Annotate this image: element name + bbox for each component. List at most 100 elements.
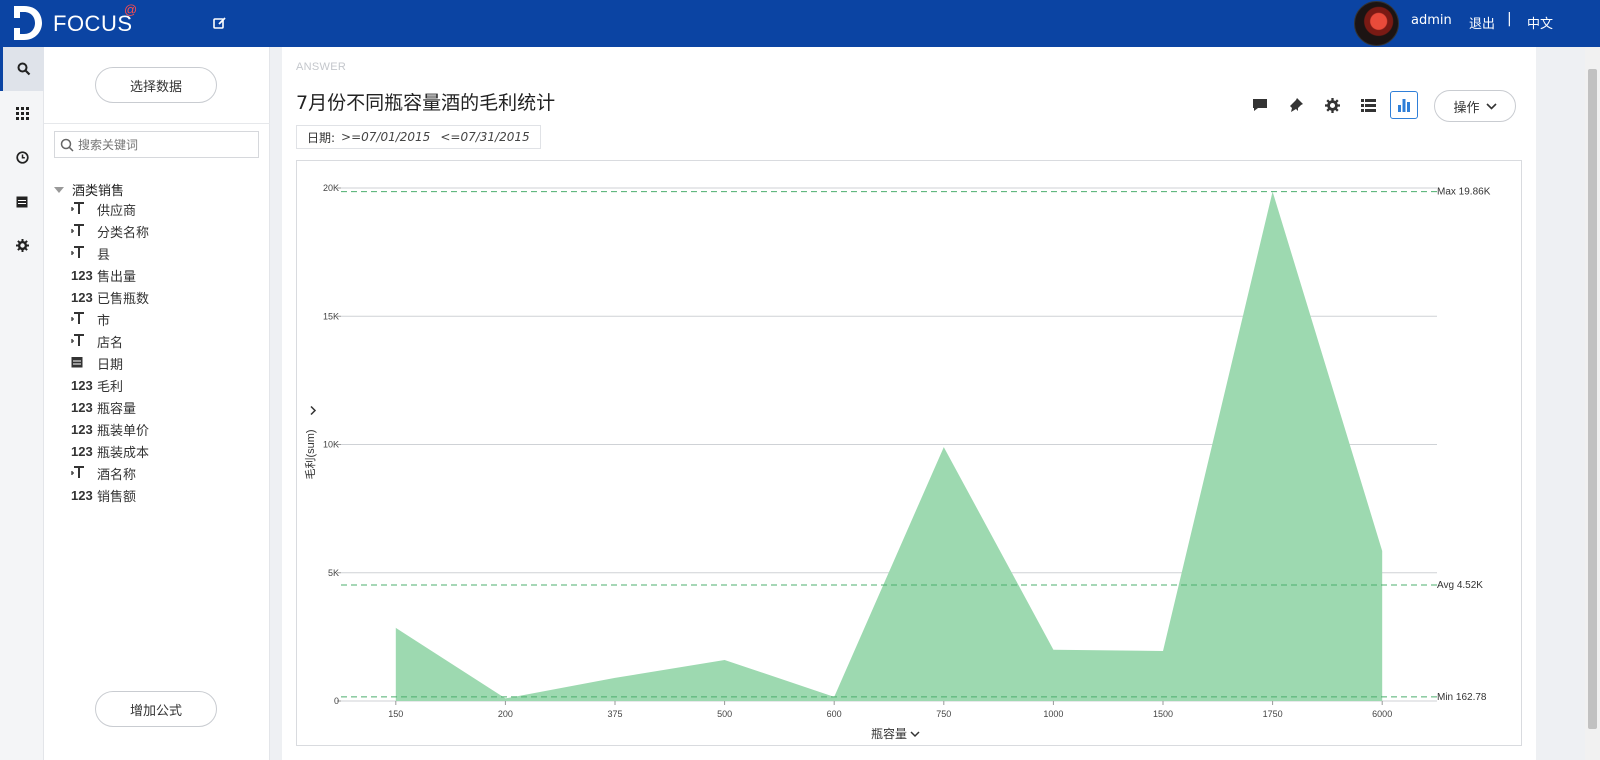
x-tick-label: 1500 — [1153, 709, 1173, 719]
text-type-icon — [71, 333, 97, 350]
collapse-triangle-icon[interactable] — [54, 186, 64, 193]
scrollbar[interactable] — [1585, 47, 1600, 760]
y-tick-label: 15K — [323, 311, 339, 321]
operate-dropdown[interactable]: 操作 — [1434, 90, 1516, 122]
separator: | — [1507, 11, 1512, 27]
x-tick-label: 1750 — [1263, 709, 1283, 719]
clock-icon — [15, 150, 29, 164]
field-item[interactable]: 县 — [71, 242, 149, 264]
field-item[interactable]: 分类名称 — [71, 220, 149, 242]
field-item[interactable]: 店名 — [71, 330, 149, 352]
top-bar: FOCUS @ admin 退出 | 中文 — [0, 0, 1600, 47]
filter-to: <=07/31/2015 — [440, 130, 530, 144]
rail-history-button[interactable] — [0, 135, 44, 179]
field-item[interactable]: 123 瓶装成本 — [71, 440, 149, 462]
field-name: 售出量 — [97, 269, 137, 285]
field-name: 市 — [97, 313, 111, 329]
reference-line-label: Max 19.86K — [1437, 187, 1491, 198]
select-data-button[interactable]: 选择数据 — [95, 67, 217, 103]
search-input[interactable] — [78, 137, 258, 152]
numeric-type-icon: 123 — [71, 443, 93, 459]
y-tick-label: 10K — [323, 440, 339, 450]
text-type-icon — [71, 311, 97, 328]
y-axis-label: 毛利(sum) — [304, 429, 317, 479]
field-name: 店名 — [97, 335, 124, 351]
field-name: 瓶装单价 — [97, 423, 150, 439]
rail-search-button[interactable] — [0, 47, 44, 91]
grid-icon — [15, 106, 29, 120]
field-name: 瓶装成本 — [97, 445, 150, 461]
reference-line-label: Min 162.78 — [1437, 692, 1487, 703]
data-panel: 选择数据 酒类销售 供应商分类名称县123售出量123已售瓶数市店名日期123毛… — [44, 47, 270, 760]
pin-button[interactable] — [1282, 91, 1310, 119]
operate-label: 操作 — [1453, 100, 1480, 116]
field-item[interactable]: 酒名称 — [71, 462, 149, 484]
filter-label: 日期: — [307, 130, 336, 145]
rail-grid-button[interactable] — [0, 91, 44, 135]
pin-icon — [1290, 98, 1303, 112]
field-name: 供应商 — [97, 203, 137, 219]
field-name: 瓶容量 — [97, 401, 137, 417]
field-name: 分类名称 — [97, 225, 150, 241]
calendar-icon — [71, 356, 97, 371]
field-item[interactable]: 123 瓶装单价 — [71, 418, 149, 440]
brand-sup: @ — [124, 2, 138, 17]
field-item[interactable]: 123 毛利 — [71, 374, 149, 396]
x-tick-label: 6000 — [1372, 709, 1392, 719]
chart-container: 0 5K 10K 15K 20K 150 200 375 500 600 750 1000 1500 17… — [296, 160, 1522, 746]
focus-logo — [14, 6, 42, 40]
field-name: 县 — [97, 247, 111, 263]
numeric-type-icon: 123 — [71, 267, 93, 283]
field-item[interactable]: 123 瓶容量 — [71, 396, 149, 418]
field-item[interactable]: 123 售出量 — [71, 264, 149, 286]
bar-chart-icon — [1398, 99, 1410, 112]
numeric-type-icon: 123 — [71, 399, 93, 415]
add-formula-button[interactable]: 增加公式 — [95, 691, 217, 727]
rail-settings-button[interactable] — [0, 223, 44, 267]
x-tick-label: 375 — [607, 709, 622, 719]
search-icon — [17, 62, 30, 76]
settings-button[interactable] — [1318, 91, 1346, 119]
panel-divider — [44, 123, 270, 124]
comment-button[interactable] — [1246, 91, 1274, 119]
calendar-icon — [16, 196, 28, 207]
chevron-right-icon — [310, 405, 317, 416]
scrollbar-thumb[interactable] — [1588, 69, 1597, 729]
user-name[interactable]: admin — [1411, 13, 1452, 28]
numeric-type-icon: 123 — [71, 487, 93, 503]
field-list: 供应商 分类名称县 123 售出量 123 已售瓶数市店名 日期 123 毛利 123 瓶容量 123… — [71, 198, 149, 506]
text-type-icon — [71, 223, 97, 240]
x-tick-label: 1000 — [1043, 709, 1063, 719]
filter-chip[interactable]: 日期: >=07/01/2015 <=07/31/2015 — [296, 125, 541, 149]
table-name: 酒类销售 — [72, 184, 125, 199]
table-view-button[interactable] — [1354, 91, 1382, 119]
comment-icon — [1253, 98, 1267, 111]
field-item[interactable]: 123 已售瓶数 — [71, 286, 149, 308]
chevron-down-icon — [910, 731, 920, 738]
avatar[interactable] — [1354, 1, 1399, 46]
field-item[interactable]: 123 销售额 — [71, 484, 149, 506]
edit-icon[interactable] — [211, 14, 229, 32]
page-title: 7月份不同瓶容量酒的毛利统计 — [296, 92, 556, 114]
numeric-type-icon: 123 — [71, 377, 93, 393]
field-item[interactable]: 市 — [71, 308, 149, 330]
answer-label: ANSWER — [296, 61, 347, 73]
reference-line-label: Avg 4.52K — [1437, 580, 1483, 591]
language-switch[interactable]: 中文 — [1527, 13, 1553, 32]
chevron-down-icon — [1485, 102, 1497, 110]
area-series — [395, 191, 1383, 701]
x-tick-label: 500 — [717, 709, 732, 719]
field-item[interactable]: 日期 — [71, 352, 149, 374]
table-node[interactable]: 酒类销售 — [54, 180, 124, 199]
brand-name: FOCUS — [53, 11, 133, 36]
y-tick-label: 0 — [334, 696, 339, 706]
rail-calendar-button[interactable] — [0, 179, 44, 223]
list-icon — [1360, 98, 1376, 112]
chart-view-button[interactable] — [1390, 91, 1418, 119]
search-icon — [60, 138, 74, 152]
gear-icon — [15, 238, 29, 252]
field-item[interactable]: 供应商 — [71, 198, 149, 220]
text-type-icon — [71, 201, 97, 218]
x-tick-label: 600 — [827, 709, 842, 719]
logout-link[interactable]: 退出 — [1469, 13, 1495, 32]
